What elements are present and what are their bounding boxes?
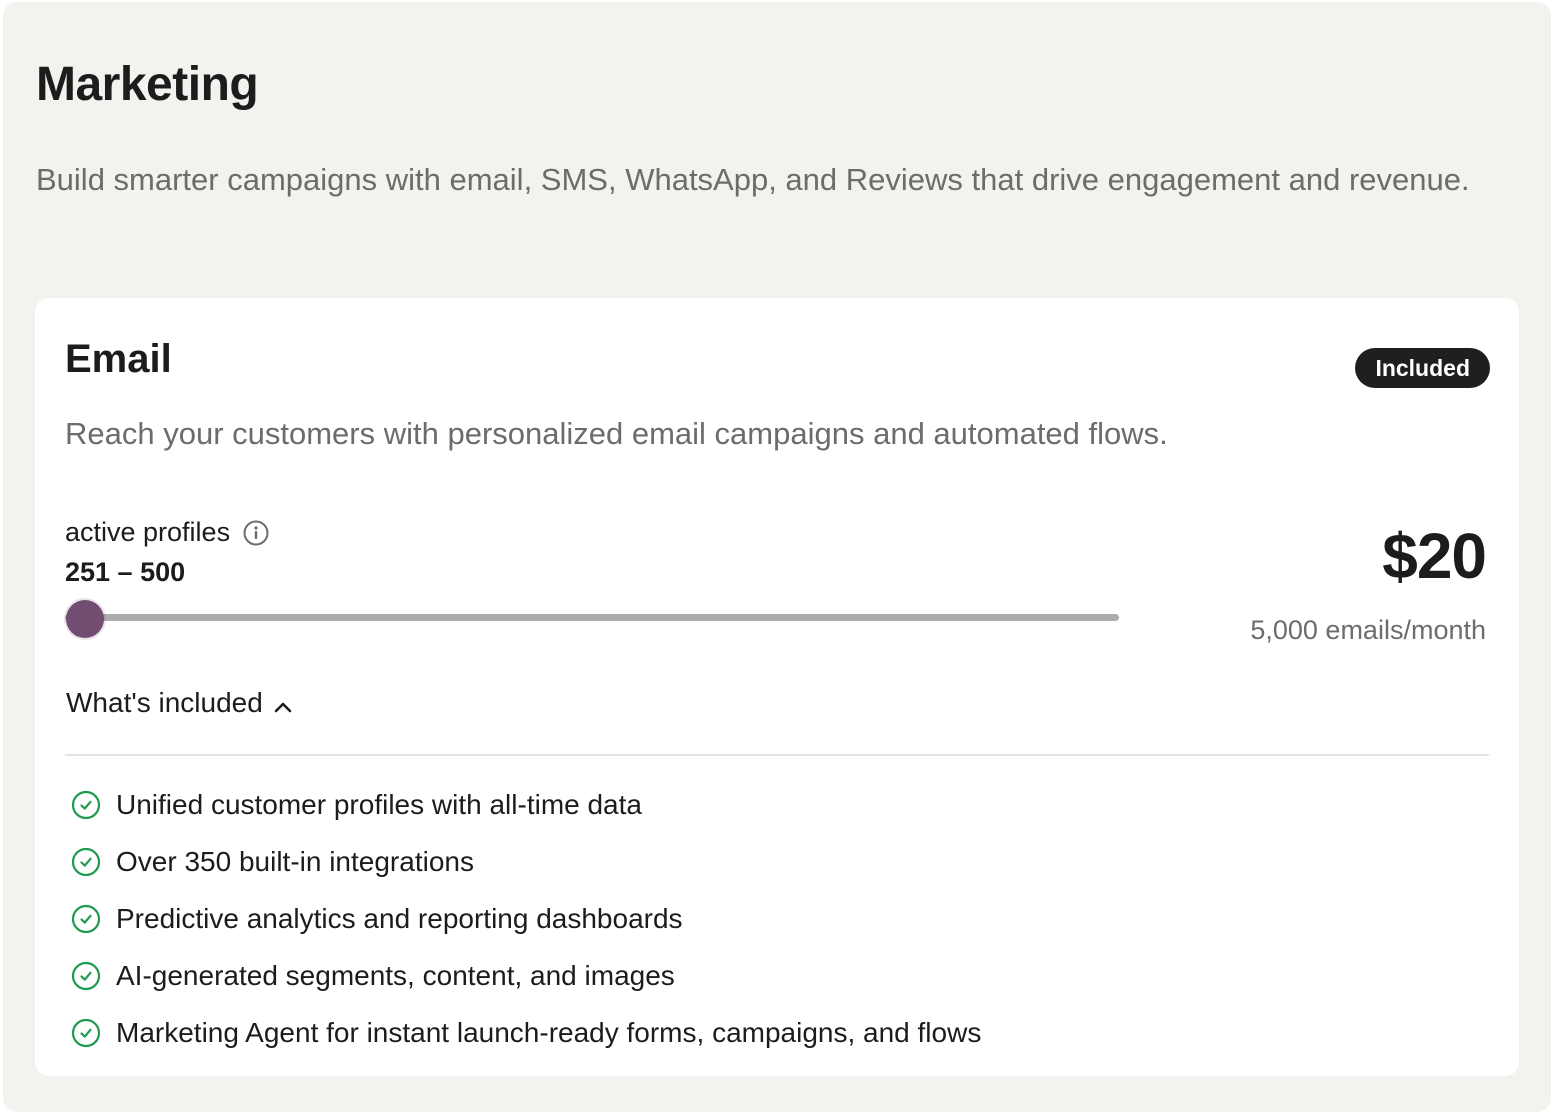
profiles-slider-thumb[interactable] xyxy=(66,600,104,638)
feature-item: Marketing Agent for instant launch-ready… xyxy=(71,1004,981,1061)
included-badge: Included xyxy=(1355,348,1490,388)
email-card-description: Reach your customers with personalized e… xyxy=(65,416,1168,451)
whats-included-label: What's included xyxy=(66,687,263,718)
check-circle-icon xyxy=(71,790,101,820)
feature-item: Predictive analytics and reporting dashb… xyxy=(71,890,981,947)
whats-included-toggle[interactable]: What's included xyxy=(66,684,295,722)
features-list: Unified customer profiles with all-time … xyxy=(71,776,981,1061)
feature-text: AI-generated segments, content, and imag… xyxy=(116,959,675,991)
feature-text: Unified customer profiles with all-time … xyxy=(116,788,642,820)
feature-item: AI-generated segments, content, and imag… xyxy=(71,947,981,1004)
section-description: Build smarter campaigns with email, SMS,… xyxy=(36,162,1470,197)
section-title: Marketing xyxy=(36,58,259,111)
feature-text: Marketing Agent for instant launch-ready… xyxy=(116,1016,982,1048)
active-profiles-label: active profiles xyxy=(65,517,231,547)
profiles-slider-track[interactable] xyxy=(65,614,1119,621)
feature-text: Predictive analytics and reporting dashb… xyxy=(116,902,683,934)
check-circle-icon xyxy=(71,961,101,991)
check-circle-icon xyxy=(71,847,101,877)
marketing-section: Marketing Build smarter campaigns with e… xyxy=(3,2,1551,1112)
chevron-up-icon xyxy=(271,691,295,715)
divider xyxy=(65,754,1489,756)
profiles-range-value: 251 – 500 xyxy=(65,557,186,587)
active-profiles-label-row: active profiles xyxy=(65,514,269,550)
feature-item: Over 350 built-in integrations xyxy=(71,833,981,890)
email-card-title: Email xyxy=(65,337,172,381)
check-circle-icon xyxy=(71,904,101,934)
feature-text: Over 350 built-in integrations xyxy=(116,845,474,877)
price: $20 xyxy=(1382,520,1487,592)
email-card: Email Included Reach your customers with… xyxy=(35,298,1519,1076)
emails-per-month: 5,000 emails/month xyxy=(1250,615,1486,645)
info-icon[interactable] xyxy=(243,519,269,546)
check-circle-icon xyxy=(71,1018,101,1048)
feature-item: Unified customer profiles with all-time … xyxy=(71,776,981,833)
